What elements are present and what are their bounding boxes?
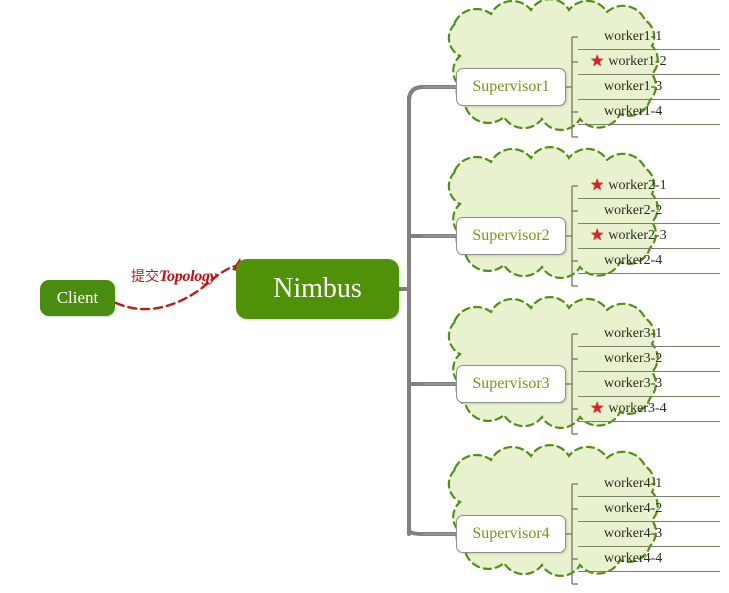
worker-label: worker3-4 xyxy=(608,401,667,416)
worker-item[interactable]: ★ worker1-2 xyxy=(578,50,720,75)
worker-label: worker4-4 xyxy=(604,551,663,566)
worker-label: worker1-4 xyxy=(604,104,663,119)
node-nimbus[interactable]: Nimbus xyxy=(236,259,399,319)
worker-label: worker4-2 xyxy=(604,501,663,516)
worker-label: worker1-1 xyxy=(604,29,663,44)
worker-item[interactable]: ★ worker2-3 xyxy=(578,224,720,249)
worker-item[interactable]: worker1-4 xyxy=(578,100,720,125)
tree-connector-nimbus-supervisors xyxy=(397,85,457,536)
node-supervisor-3[interactable]: Supervisor3 xyxy=(456,365,566,403)
worker-label: worker3-1 xyxy=(604,326,663,341)
worker-label: worker3-2 xyxy=(604,351,663,366)
worker-item[interactable]: worker4-2 xyxy=(578,497,720,522)
node-supervisor-4[interactable]: Supervisor4 xyxy=(456,515,566,553)
worker-list-4: worker4-1 worker4-2 worker4-3 worker4-4 xyxy=(578,472,720,572)
star-icon: ★ xyxy=(590,400,605,417)
star-icon: ★ xyxy=(590,227,605,244)
worker-item[interactable]: ★ worker2-1 xyxy=(578,174,720,199)
worker-label: worker4-1 xyxy=(604,476,663,491)
worker-list-3: worker3-1 worker3-2 worker3-3 ★ worker3-… xyxy=(578,322,720,422)
node-supervisor-3-label: Supervisor3 xyxy=(472,375,550,392)
worker-label: worker2-4 xyxy=(604,253,663,268)
worker-item[interactable]: worker4-4 xyxy=(578,547,720,572)
worker-label: worker2-3 xyxy=(608,228,667,243)
worker-item[interactable]: worker3-3 xyxy=(578,372,720,397)
submit-topology-label: 提交Topology xyxy=(131,268,217,285)
node-client[interactable]: Client xyxy=(40,280,115,316)
worker-item[interactable]: worker2-4 xyxy=(578,249,720,274)
worker-list-1: worker1-1 ★ worker1-2 worker1-3 worker1-… xyxy=(578,25,720,125)
star-icon: ★ xyxy=(590,177,605,194)
worker-item[interactable]: worker3-2 xyxy=(578,347,720,372)
node-client-label: Client xyxy=(56,288,99,307)
worker-label: worker1-3 xyxy=(604,79,663,94)
worker-label: worker1-2 xyxy=(608,54,667,69)
node-supervisor-2-label: Supervisor2 xyxy=(472,227,550,244)
worker-list-2: ★ worker2-1 worker2-2 ★ worker2-3 worker… xyxy=(578,174,720,274)
worker-item[interactable]: worker4-3 xyxy=(578,522,720,547)
submit-label-cn: 提交 xyxy=(131,269,159,285)
worker-label: worker4-3 xyxy=(604,526,663,541)
node-supervisor-4-label: Supervisor4 xyxy=(472,525,550,542)
worker-item[interactable]: ★ worker3-4 xyxy=(578,397,720,422)
worker-item[interactable]: worker3-1 xyxy=(578,322,720,347)
submit-label-en: Topology xyxy=(159,268,217,285)
worker-item[interactable]: worker2-2 xyxy=(578,199,720,224)
worker-item[interactable]: worker4-1 xyxy=(578,472,720,497)
worker-label: worker2-2 xyxy=(604,203,663,218)
tree-connector-joints xyxy=(423,86,456,535)
worker-item[interactable]: worker1-3 xyxy=(578,75,720,100)
node-supervisor-1-label: Supervisor1 xyxy=(472,78,550,95)
worker-item[interactable]: worker1-1 xyxy=(578,25,720,50)
node-supervisor-2[interactable]: Supervisor2 xyxy=(456,217,566,255)
star-icon: ★ xyxy=(590,53,605,70)
worker-label: worker2-1 xyxy=(608,178,667,193)
node-supervisor-1[interactable]: Supervisor1 xyxy=(456,68,566,106)
diagram-canvas: Client 提交Topology Nimbus Supervisor1 wor… xyxy=(0,0,729,593)
node-nimbus-label: Nimbus xyxy=(273,273,362,304)
worker-label: worker3-3 xyxy=(604,376,663,391)
